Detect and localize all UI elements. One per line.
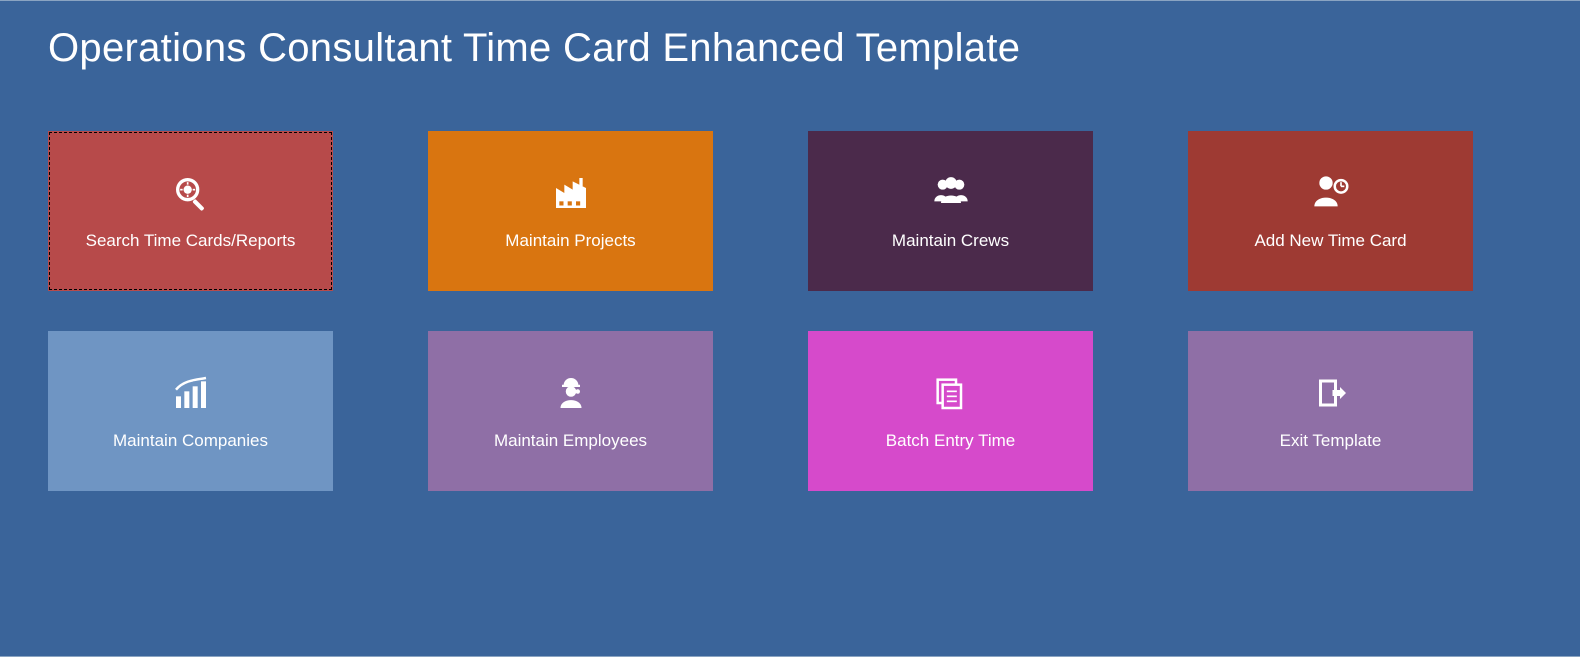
- tile-label: Maintain Crews: [892, 231, 1009, 251]
- tile-search-time-cards[interactable]: Search Time Cards/Reports: [48, 131, 333, 291]
- tile-add-new-time-card[interactable]: Add New Time Card: [1188, 131, 1473, 291]
- tile-label: Maintain Projects: [505, 231, 635, 251]
- tile-maintain-companies[interactable]: Maintain Companies: [48, 331, 333, 491]
- documents-icon: [931, 371, 971, 415]
- tile-exit-template[interactable]: Exit Template: [1188, 331, 1473, 491]
- tile-batch-entry-time[interactable]: Batch Entry Time: [808, 331, 1093, 491]
- factory-icon: [551, 171, 591, 215]
- tile-label: Exit Template: [1280, 431, 1382, 451]
- tile-label: Maintain Employees: [494, 431, 647, 451]
- tile-maintain-crews[interactable]: Maintain Crews: [808, 131, 1093, 291]
- tile-label: Batch Entry Time: [886, 431, 1015, 451]
- worker-icon: [553, 371, 589, 415]
- person-clock-icon: [1311, 171, 1351, 215]
- exit-icon: [1313, 371, 1349, 415]
- factory-chart-icon: [171, 371, 211, 415]
- tile-grid: Search Time Cards/Reports Maintain Proje…: [48, 131, 1532, 491]
- people-icon: [929, 171, 973, 215]
- tile-label: Search Time Cards/Reports: [86, 231, 296, 251]
- tile-label: Maintain Companies: [113, 431, 268, 451]
- tile-label: Add New Time Card: [1254, 231, 1406, 251]
- tile-maintain-employees[interactable]: Maintain Employees: [428, 331, 713, 491]
- tile-maintain-projects[interactable]: Maintain Projects: [428, 131, 713, 291]
- magnifier-gear-icon: [171, 171, 211, 215]
- page-title: Operations Consultant Time Card Enhanced…: [48, 26, 1532, 71]
